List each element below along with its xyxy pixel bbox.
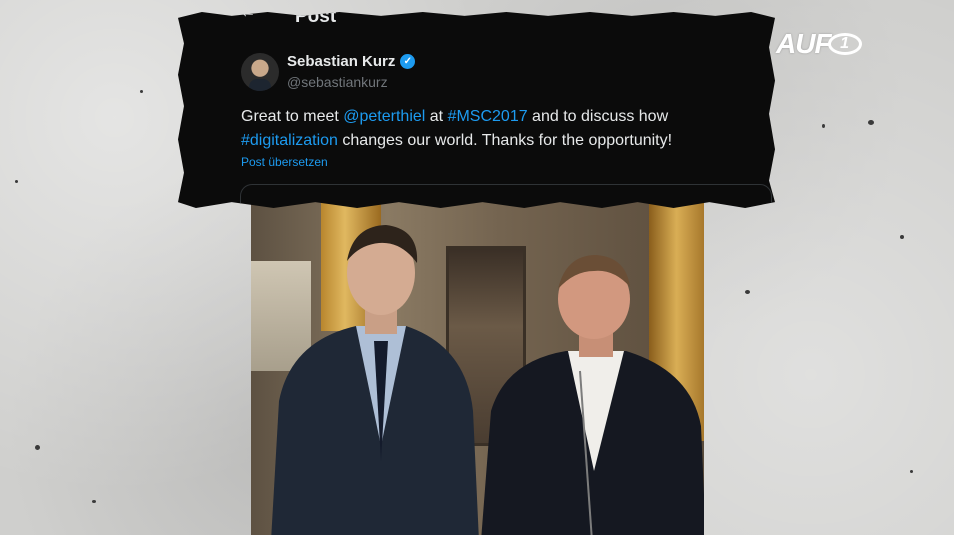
wall-speck — [900, 235, 904, 239]
author-name-row[interactable]: Sebastian Kurz ✓ — [287, 53, 416, 70]
photo-person-left — [271, 225, 479, 535]
tweet-text-part: and to discuss how — [527, 108, 669, 125]
tweet-text-part: at — [425, 108, 448, 125]
avatar[interactable] — [241, 53, 279, 91]
wall-speck — [92, 500, 96, 503]
mention-link[interactable]: @peterthiel — [343, 108, 425, 125]
photo-person-right — [481, 255, 704, 535]
verified-badge-icon: ✓ — [400, 54, 416, 69]
back-arrow-icon[interactable]: ← — [240, 12, 256, 22]
hashtag-link[interactable]: #digitalization — [241, 132, 338, 149]
wall-speck — [140, 90, 143, 93]
page-title: Post — [295, 6, 337, 27]
tweet-text: Great to meet @peterthiel at #MSC2017 an… — [241, 105, 761, 153]
logo-text: AUF — [776, 28, 832, 59]
logo-number: 1 — [840, 35, 849, 52]
wall-speck — [910, 470, 913, 473]
tweet-card[interactable]: ← Post Sebastian Kurz ✓ @sebastiankurz G… — [178, 12, 775, 208]
auf1-logo: AUF 1 — [776, 28, 862, 60]
wall-speck — [15, 180, 18, 183]
tweet-text-part: Great to meet — [241, 108, 344, 125]
wall-speck — [745, 290, 750, 294]
wall-speck — [822, 124, 825, 128]
wall-speck — [868, 120, 874, 125]
tweet-photo — [251, 181, 704, 535]
author-name[interactable]: Sebastian Kurz — [287, 53, 395, 70]
author-handle[interactable]: @sebastiankurz — [287, 74, 388, 90]
logo-circle-icon: 1 — [827, 33, 862, 55]
translate-post-link[interactable]: Post übersetzen — [241, 155, 328, 169]
wall-speck — [35, 445, 40, 450]
hashtag-link[interactable]: #MSC2017 — [448, 108, 528, 125]
tweet-text-part: changes our world. Thanks for the opport… — [337, 132, 673, 149]
